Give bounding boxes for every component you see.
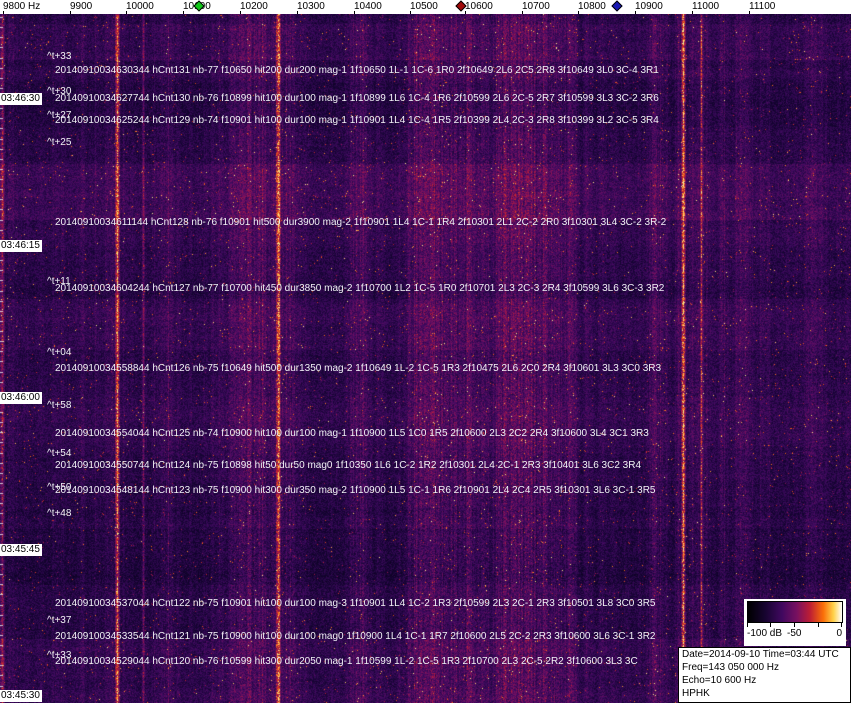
freq-tick-label: 10400 [354, 1, 382, 12]
freq-tick-mark [126, 11, 127, 14]
freq-tick-label: 9900 [70, 1, 93, 12]
freq-tick-mark [240, 11, 241, 14]
freq-tick-mark [522, 11, 523, 14]
freq-tick-mark [692, 11, 693, 14]
freq-tick-label: 10600 [465, 1, 493, 12]
freq-tick-mark [749, 11, 750, 14]
freq-tick-label: 9800 Hz [3, 1, 41, 12]
freq-tick-mark [635, 11, 636, 14]
freq-tick-mark [354, 11, 355, 14]
freq-tick-label: 10500 [410, 1, 438, 12]
spectrogram-canvas[interactable] [0, 14, 851, 703]
freq-tick-label: 10700 [522, 1, 550, 12]
freq-tick-label: 10000 [126, 1, 154, 12]
freq-tick-mark [465, 11, 466, 14]
freq-tick-label: 10300 [297, 1, 325, 12]
frequency-ruler: 9800 Hz990010000101001020010300104001050… [0, 0, 851, 14]
freq-tick-label: 10200 [240, 1, 268, 12]
freq-tick-label: 11000 [692, 1, 720, 12]
ruler-marker-blue-diamond[interactable] [611, 0, 623, 12]
freq-tick-label: 11100 [749, 1, 776, 12]
spectrogram-app: 9800 Hz990010000101001020010300104001050… [0, 0, 851, 703]
freq-tick-label: 10800 [578, 1, 606, 12]
freq-tick-mark [578, 11, 579, 14]
freq-tick-mark [183, 11, 184, 14]
freq-tick-mark [70, 11, 71, 14]
freq-tick-mark [297, 11, 298, 14]
freq-tick-mark [410, 11, 411, 14]
freq-tick-label: 10900 [635, 1, 663, 12]
freq-tick-mark [3, 11, 4, 14]
